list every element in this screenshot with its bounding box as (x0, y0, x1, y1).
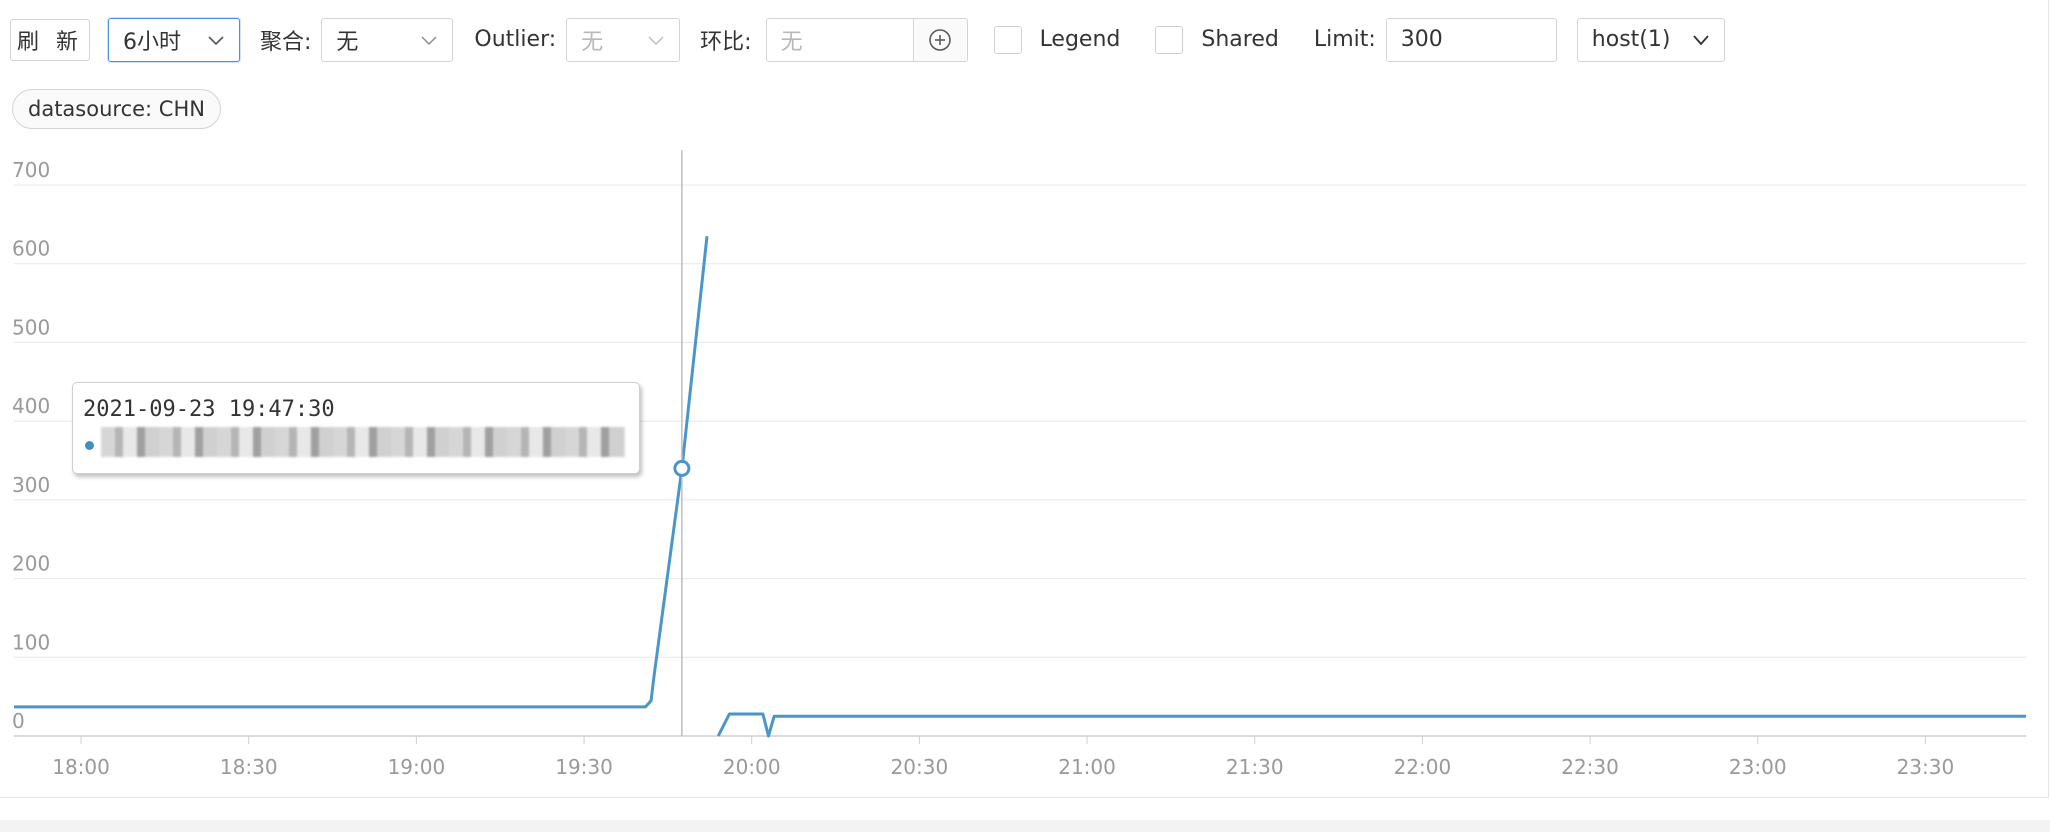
x-axis-ticks: 18:00 18:30 19:00 19:30 20:00 20:30 21:00 21:30… (52, 736, 1954, 779)
x-tick-label: 22:00 (1394, 755, 1452, 779)
x-tick-label: 18:00 (52, 755, 110, 779)
x-tick-label: 19:00 (388, 755, 446, 779)
tooltip-series-dot (85, 441, 94, 450)
hover-layer (673, 150, 691, 736)
y-axis-ticks: 0 100 200 300 400 500 600 700 (12, 158, 50, 733)
y-tick-label: 500 (12, 315, 50, 339)
series-line-2 (716, 712, 2026, 738)
x-tick-label: 20:30 (891, 755, 949, 779)
x-tick-label: 20:00 (723, 755, 781, 779)
x-tick-label: 23:00 (1729, 755, 1787, 779)
tooltip-redacted-series (101, 427, 625, 457)
y-tick-label: 700 (12, 158, 50, 182)
tooltip: 2021-09-23 19:47:30 (72, 382, 640, 474)
x-tick-label: 18:30 (220, 755, 278, 779)
tooltip-time: 2021-09-23 19:47:30 (83, 397, 335, 422)
y-tick-label: 200 (12, 552, 50, 576)
x-tick-label: 22:30 (1561, 755, 1619, 779)
x-tick-label: 21:30 (1226, 755, 1284, 779)
y-tick-label: 300 (12, 473, 50, 497)
y-tick-label: 100 (12, 630, 50, 654)
x-tick-label: 21:00 (1058, 755, 1116, 779)
footer-strip (0, 820, 2050, 832)
y-tick-label: 600 (12, 237, 50, 261)
y-tick-label: 400 (12, 394, 50, 418)
hover-point (673, 459, 691, 477)
series-lines (14, 236, 2026, 738)
y-tick-label: 0 (12, 709, 25, 733)
x-tick-label: 23:30 (1897, 755, 1955, 779)
x-tick-label: 19:30 (555, 755, 613, 779)
